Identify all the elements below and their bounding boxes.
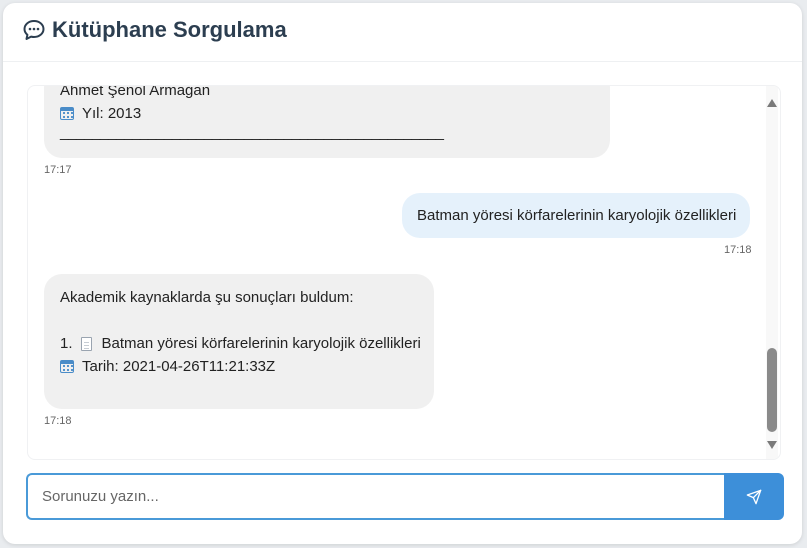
- user-message-text: Batman yöresi körfarelerinin karyolojik …: [417, 207, 737, 224]
- send-button[interactable]: [724, 473, 784, 520]
- header: Kütüphane Sorgulama: [3, 3, 802, 62]
- calendar-icon: [60, 360, 74, 373]
- scrollbar-thumb[interactable]: [767, 348, 777, 432]
- result-item: 1. Batman yöresi körfarelerinin karyoloj…: [60, 332, 434, 355]
- chat-history[interactable]: Ahmet Şenol Armağan Yıl: 2013 __________…: [27, 85, 781, 460]
- app-window: Kütüphane Sorgulama Ahmet Şenol Armağan …: [3, 3, 802, 544]
- composer: [26, 473, 784, 521]
- bot-message: Akademik kaynaklarda şu sonuçları buldum…: [44, 274, 434, 409]
- message-time: 17:18: [44, 415, 72, 427]
- bot-intro: Akademik kaynaklarda şu sonuçları buldum…: [60, 289, 354, 306]
- page-title: Kütüphane Sorgulama: [52, 17, 287, 42]
- question-input[interactable]: [26, 473, 724, 520]
- paper-plane-icon: [746, 489, 762, 504]
- scroll-up-arrow-icon[interactable]: [767, 99, 777, 107]
- user-message: Batman yöresi körfarelerinin karyolojik …: [402, 193, 750, 238]
- result-title: Batman yöresi körfarelerinin karyolojik …: [101, 335, 421, 352]
- author-line: Ahmet Şenol Armağan: [60, 85, 211, 99]
- date-text: Tarih: 2021-04-26T11:21:33Z: [82, 358, 276, 375]
- result-number: 1.: [60, 335, 73, 352]
- calendar-icon: [60, 107, 74, 120]
- message-time: 17:17: [44, 164, 72, 176]
- date-line: Tarih: 2021-04-26T11:21:33Z: [60, 355, 434, 378]
- document-icon: [80, 336, 92, 351]
- scroll-down-arrow-icon[interactable]: [767, 441, 777, 449]
- chat-bubble-icon: [23, 20, 45, 40]
- bot-message: Ahmet Şenol Armağan Yıl: 2013 __________…: [44, 85, 610, 158]
- message-time: 17:18: [724, 244, 752, 256]
- scrollbar[interactable]: [766, 86, 778, 459]
- separator: ________________________________________…: [60, 124, 444, 141]
